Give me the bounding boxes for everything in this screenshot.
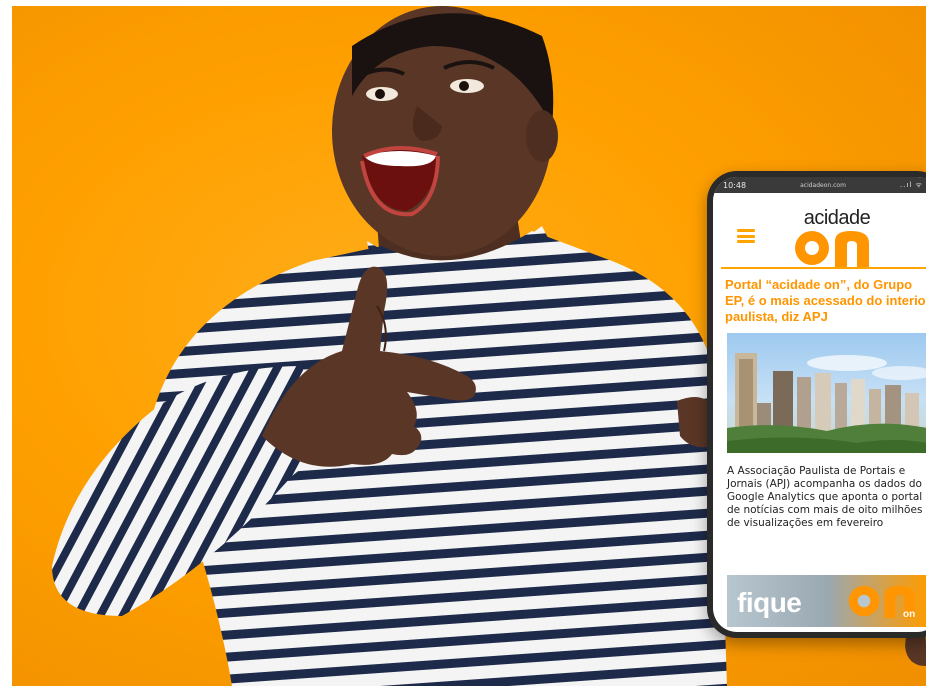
url-bar[interactable]: acidadeon.com <box>800 182 846 189</box>
city-skyline-image[interactable] <box>727 333 926 453</box>
skyline-buildings <box>727 353 926 453</box>
article-summary[interactable]: A Associação Paulista de Portais e Jorna… <box>727 465 926 530</box>
promo-banner[interactable]: fique on <box>727 575 926 627</box>
promo-banner-text: fique <box>737 587 802 618</box>
phone-status-bar: 10:48 acidadeon.com ..ıl ᯤ ▮ <box>713 177 926 193</box>
phone-screen: 10:48 acidadeon.com ..ıl ᯤ ▮ acidade Por… <box>713 177 926 632</box>
logo-on-icon[interactable] <box>793 229 871 267</box>
site-header: acidade <box>721 193 926 269</box>
signal-wifi-battery-icon: ..ıl ᯤ ▮ <box>899 180 926 189</box>
promo-on-label: on <box>903 609 916 620</box>
promo-photo: 10:48 acidadeon.com ..ıl ᯤ ▮ acidade Por… <box>12 6 926 686</box>
status-time: 10:48 <box>723 180 747 190</box>
logo-wordmark[interactable]: acidade <box>787 207 887 230</box>
hamburger-icon[interactable] <box>737 229 755 243</box>
smartphone: 10:48 acidadeon.com ..ıl ᯤ ▮ acidade Por… <box>707 171 926 638</box>
article-headline[interactable]: Portal “acidade on”, do Grupo EP, é o ma… <box>725 277 926 325</box>
